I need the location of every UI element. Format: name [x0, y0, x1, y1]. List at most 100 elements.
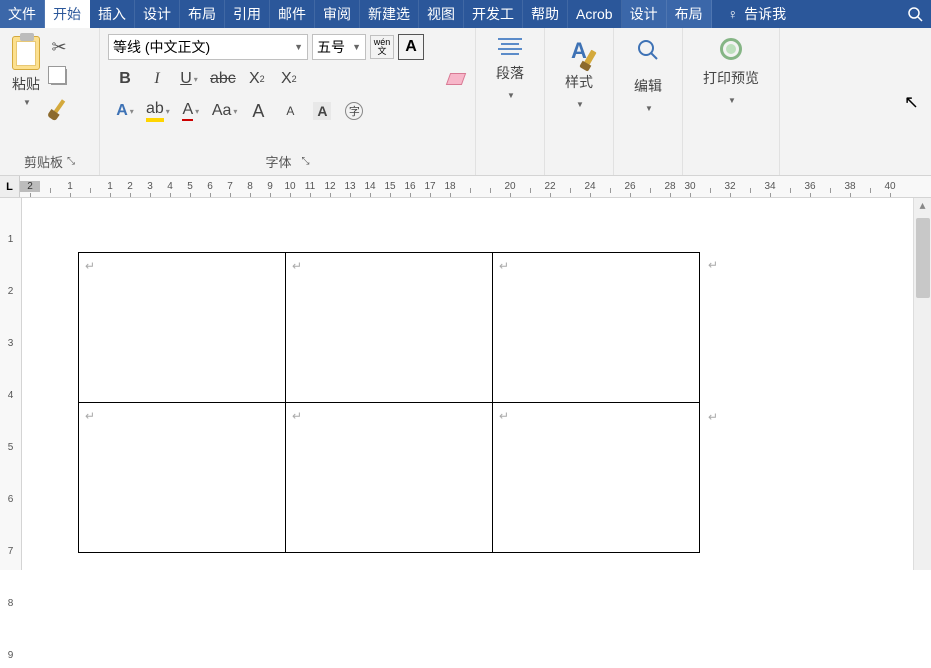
- styles-icon: A: [571, 38, 587, 64]
- shading-icon: A: [313, 102, 331, 120]
- scroll-thumb[interactable]: [916, 218, 930, 298]
- superscript-button[interactable]: X2: [278, 68, 300, 90]
- table-row[interactable]: ↵ ↵ ↵: [79, 403, 700, 553]
- bold-button[interactable]: B: [114, 68, 136, 90]
- highlight-button[interactable]: ab▾: [146, 100, 170, 122]
- chevron-down-icon: ▼: [576, 100, 584, 109]
- group-print-preview: 打印预览 ▼: [683, 28, 780, 175]
- tell-me-label: 告诉我: [744, 4, 786, 24]
- scroll-up-icon[interactable]: ▴: [914, 198, 931, 214]
- shrink-font-button[interactable]: A: [279, 100, 301, 122]
- table-cell[interactable]: ↵: [286, 253, 493, 403]
- paragraph-mark-icon: ↵: [499, 409, 509, 423]
- tab-acrobat[interactable]: Acrob: [568, 0, 622, 28]
- eraser-icon: [446, 73, 466, 85]
- editing-button[interactable]: 编辑 ▼: [628, 34, 668, 117]
- text-effects-button[interactable]: A▾: [114, 100, 136, 122]
- enclose-characters-button[interactable]: 字: [343, 100, 365, 122]
- styles-button[interactable]: A 样式 ▼: [559, 34, 599, 113]
- table-cell[interactable]: ↵: [493, 253, 700, 403]
- paste-label: 粘贴: [12, 74, 40, 94]
- group-label-font: 字体⤡: [108, 148, 467, 173]
- search-button[interactable]: [899, 0, 931, 28]
- table-cell[interactable]: ↵: [79, 403, 286, 553]
- chevron-down-icon: ▾: [233, 107, 237, 116]
- group-font: 等线 (中文正文)▼ 五号▼ wén文 A B I U▾ abc X2 X2 A…: [100, 28, 476, 175]
- chevron-down-icon: ▼: [23, 98, 31, 107]
- cut-button[interactable]: ✂: [48, 36, 70, 58]
- table-cell[interactable]: ↵: [493, 403, 700, 553]
- dialog-launcher-icon[interactable]: ⤡: [302, 156, 310, 167]
- chevron-down-icon: ▾: [130, 107, 134, 116]
- tab-home[interactable]: 开始: [45, 0, 90, 28]
- tab-help[interactable]: 帮助: [523, 0, 568, 28]
- font-color-button[interactable]: A▾: [180, 100, 202, 122]
- vertical-ruler[interactable]: 123456789: [0, 198, 22, 570]
- phonetic-guide-button[interactable]: wén文: [370, 35, 394, 59]
- paragraph-button[interactable]: 段落 ▼: [490, 34, 530, 104]
- paragraph-mark-icon: ↵: [85, 409, 95, 423]
- strikethrough-button[interactable]: abc: [210, 68, 236, 90]
- table-cell[interactable]: ↵: [286, 403, 493, 553]
- chevron-down-icon: ▼: [645, 104, 653, 113]
- scissors-icon: ✂: [51, 37, 66, 58]
- format-painter-button[interactable]: [48, 96, 70, 118]
- paragraph-mark-icon: ↵: [85, 259, 95, 273]
- character-border-button[interactable]: A: [398, 34, 424, 60]
- subscript-button[interactable]: X2: [246, 68, 268, 90]
- vertical-scrollbar[interactable]: ▴: [913, 198, 931, 570]
- tab-insert[interactable]: 插入: [90, 0, 135, 28]
- tab-file[interactable]: 文件: [0, 0, 45, 28]
- tab-mailings[interactable]: 邮件: [270, 0, 315, 28]
- paragraph-icon: [498, 38, 522, 55]
- paste-button[interactable]: 粘贴 ▼: [8, 34, 44, 118]
- tab-review[interactable]: 审阅: [315, 0, 360, 28]
- table-row[interactable]: ↵ ↵ ↵: [79, 253, 700, 403]
- tab-references[interactable]: 引用: [225, 0, 270, 28]
- tab-table-design[interactable]: 设计: [622, 0, 667, 28]
- print-preview-button[interactable]: 打印预览 ▼: [697, 34, 765, 109]
- font-size-combo[interactable]: 五号▼: [312, 34, 366, 60]
- character-shading-button[interactable]: A: [311, 100, 333, 122]
- clear-formatting-button[interactable]: [445, 68, 467, 90]
- paragraph-mark-icon: ↵: [499, 259, 509, 273]
- paragraph-mark-icon: ↵: [292, 259, 302, 273]
- tab-view[interactable]: 视图: [419, 0, 464, 28]
- copy-button[interactable]: [48, 66, 70, 88]
- chevron-down-icon: ▼: [507, 91, 515, 100]
- tab-design[interactable]: 设计: [135, 0, 180, 28]
- lightbulb-icon: ♀: [728, 6, 739, 22]
- font-name-combo[interactable]: 等线 (中文正文)▼: [108, 34, 308, 60]
- tab-layout[interactable]: 布局: [180, 0, 225, 28]
- group-styles: A 样式 ▼: [545, 28, 614, 175]
- dialog-launcher-icon[interactable]: ⤡: [67, 156, 75, 167]
- group-label-clipboard: 剪贴板⤡: [8, 148, 91, 173]
- mouse-cursor-icon: ↖: [904, 92, 919, 113]
- paragraph-mark-icon: ↵: [708, 410, 718, 424]
- underline-button[interactable]: U▾: [178, 68, 200, 90]
- tab-developer[interactable]: 开发工: [464, 0, 523, 28]
- document-table[interactable]: ↵ ↵ ↵ ↵ ↵ ↵: [78, 252, 700, 553]
- brush-icon: [53, 99, 65, 114]
- horizontal-ruler[interactable]: L 21123456789101112131415161718202224262…: [0, 176, 931, 198]
- copy-icon: [51, 69, 67, 85]
- table-cell[interactable]: ↵: [79, 253, 286, 403]
- document-page[interactable]: ↵ ↵ ↵ ↵ ↵ ↵ ↵ ↵ ▴: [22, 198, 931, 570]
- italic-button[interactable]: I: [146, 68, 168, 90]
- paragraph-mark-icon: ↵: [708, 258, 718, 272]
- chevron-down-icon: ▼: [728, 96, 736, 105]
- change-case-button[interactable]: Aa▾: [212, 100, 238, 122]
- magnifier-icon: [636, 38, 660, 68]
- tab-table-layout[interactable]: 布局: [667, 0, 712, 28]
- group-clipboard: 粘贴 ▼ ✂ 剪贴板⤡: [0, 28, 100, 175]
- clipboard-icon: [12, 36, 40, 70]
- preview-icon: [720, 38, 742, 60]
- tab-newtab[interactable]: 新建选: [360, 0, 419, 28]
- grow-font-button[interactable]: A: [247, 100, 269, 122]
- group-editing: 编辑 ▼: [614, 28, 683, 175]
- chevron-down-icon: ▼: [288, 42, 303, 52]
- tell-me-search[interactable]: ♀ 告诉我: [718, 0, 797, 28]
- chevron-down-icon: ▾: [166, 107, 170, 116]
- tab-selector[interactable]: L: [0, 176, 20, 198]
- chevron-down-icon: ▼: [346, 42, 361, 52]
